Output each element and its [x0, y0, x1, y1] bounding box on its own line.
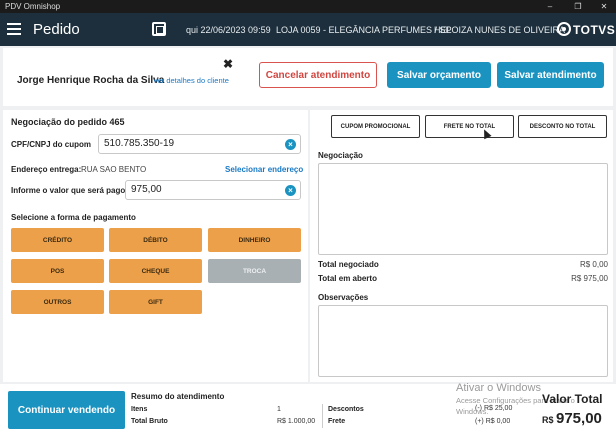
negociacao-label: Negociação: [318, 151, 363, 160]
windows-watermark-title: Ativar o Windows: [456, 382, 541, 394]
window-title: PDV Omnishop: [5, 2, 61, 11]
address-value: RUA SAO BENTO: [81, 165, 147, 174]
valor-total-label: Valor Total: [542, 392, 603, 406]
valor-total-currency: R$: [542, 415, 554, 425]
close-window-icon[interactable]: ✕: [592, 0, 616, 13]
user-label: HELOIZA NUNES DE OLIVEIRA: [434, 25, 566, 35]
negociacao-box[interactable]: [318, 163, 608, 255]
total-aberto-value: R$ 975,00: [571, 274, 608, 283]
amount-input[interactable]: 975,00: [125, 180, 301, 200]
negotiation-title: Negociação do pedido 465: [11, 117, 125, 127]
total-bruto-value: R$ 1.000,00: [277, 418, 316, 425]
amount-label: Informe o valor que será pago: [11, 186, 126, 195]
app-header: Pedido qui 22/06/2023 09:59 LOJA 0059 - …: [0, 13, 616, 46]
summary-panel: CUPOM PROMOCIONAL FRETE NO TOTAL DESCONT…: [310, 110, 613, 382]
total-negociado-label: Total negociado: [318, 260, 379, 269]
footer-bar: Continuar vendendo Resumo do atendimento…: [0, 382, 616, 436]
tab-desconto-no-total[interactable]: DESCONTO NO TOTAL: [518, 115, 607, 138]
itens-value: 1: [277, 406, 281, 413]
payment-debito-button[interactable]: DÉBITO: [109, 228, 202, 252]
windows-watermark-line3: Windows.: [456, 407, 489, 416]
valor-total-value: 975,00: [556, 410, 602, 427]
qrcode-icon[interactable]: [152, 22, 166, 36]
totvs-logo-icon: [557, 22, 571, 36]
negotiation-panel: Negociação do pedido 465 CPF/CNPJ do cup…: [3, 110, 308, 382]
page-title: Pedido: [33, 21, 80, 38]
itens-label: Itens: [131, 406, 148, 413]
cpf-value: 510.785.350-19: [104, 138, 175, 149]
footer-divider: [322, 404, 323, 428]
observacoes-box[interactable]: [318, 305, 608, 377]
payment-pos-button[interactable]: POS: [11, 259, 104, 283]
customer-details-link[interactable]: Ver detalhes do cliente: [153, 76, 229, 85]
payment-cheque-button[interactable]: CHEQUE: [109, 259, 202, 283]
summary-title: Resumo do atendimento: [131, 392, 225, 401]
cpf-input[interactable]: 510.785.350-19: [98, 134, 301, 154]
payment-dinheiro-button[interactable]: DINHEIRO: [208, 228, 301, 252]
tab-cupom-promocional[interactable]: CUPOM PROMOCIONAL: [331, 115, 420, 138]
total-negociado-row: Total negociado R$ 0,00: [318, 260, 608, 269]
customer-name: Jorge Henrique Rocha da Silva: [17, 75, 165, 86]
total-aberto-row: Total em aberto R$ 975,00: [318, 274, 608, 283]
save-quote-button[interactable]: Salvar orçamento: [387, 62, 491, 88]
store-label: LOJA 0059 - ELEGÂNCIA PERFUMES / SP: [276, 25, 452, 35]
total-aberto-label: Total em aberto: [318, 274, 377, 283]
tab-frete-no-total[interactable]: FRETE NO TOTAL: [425, 115, 514, 138]
amount-value: 975,00: [131, 184, 162, 195]
save-service-button[interactable]: Salvar atendimento: [497, 62, 604, 88]
address-label: Endereço entrega:: [11, 165, 82, 174]
menu-icon[interactable]: [7, 23, 21, 35]
observacoes-label: Observações: [318, 293, 369, 302]
payment-troca-button[interactable]: TROCA: [208, 259, 301, 283]
total-negociado-value: R$ 0,00: [579, 260, 608, 269]
total-bruto-label: Total Bruto: [131, 418, 168, 425]
remove-customer-icon[interactable]: ✖: [223, 57, 233, 71]
continue-selling-button[interactable]: Continuar vendendo: [8, 391, 125, 429]
payment-gift-button[interactable]: GIFT: [109, 290, 202, 314]
payment-title: Selecione a forma de pagamento: [11, 213, 136, 222]
frete-value: (+) R$ 0,00: [475, 418, 511, 425]
payment-credito-button[interactable]: CRÉDITO: [11, 228, 104, 252]
datetime-label: qui 22/06/2023 09:59: [186, 25, 271, 35]
minimize-icon[interactable]: –: [538, 0, 562, 13]
clear-amount-icon[interactable]: ×: [285, 185, 296, 196]
payment-outros-button[interactable]: OUTROS: [11, 290, 104, 314]
clear-cpf-icon[interactable]: ×: [285, 139, 296, 150]
cancel-service-button[interactable]: Cancelar atendimento: [259, 62, 377, 88]
customer-card: ✖ Jorge Henrique Rocha da Silva Ver deta…: [3, 48, 613, 106]
brand-logo-text: TOTVS: [573, 23, 616, 37]
descontos-label: Descontos: [328, 406, 364, 413]
maximize-icon[interactable]: ❐: [566, 0, 590, 13]
window-titlebar: PDV Omnishop – ❐ ✕: [0, 0, 616, 13]
frete-label: Frete: [328, 418, 346, 425]
cpf-label: CPF/CNPJ do cupom: [11, 140, 92, 149]
select-address-link[interactable]: Selecionar endereço: [225, 165, 303, 174]
